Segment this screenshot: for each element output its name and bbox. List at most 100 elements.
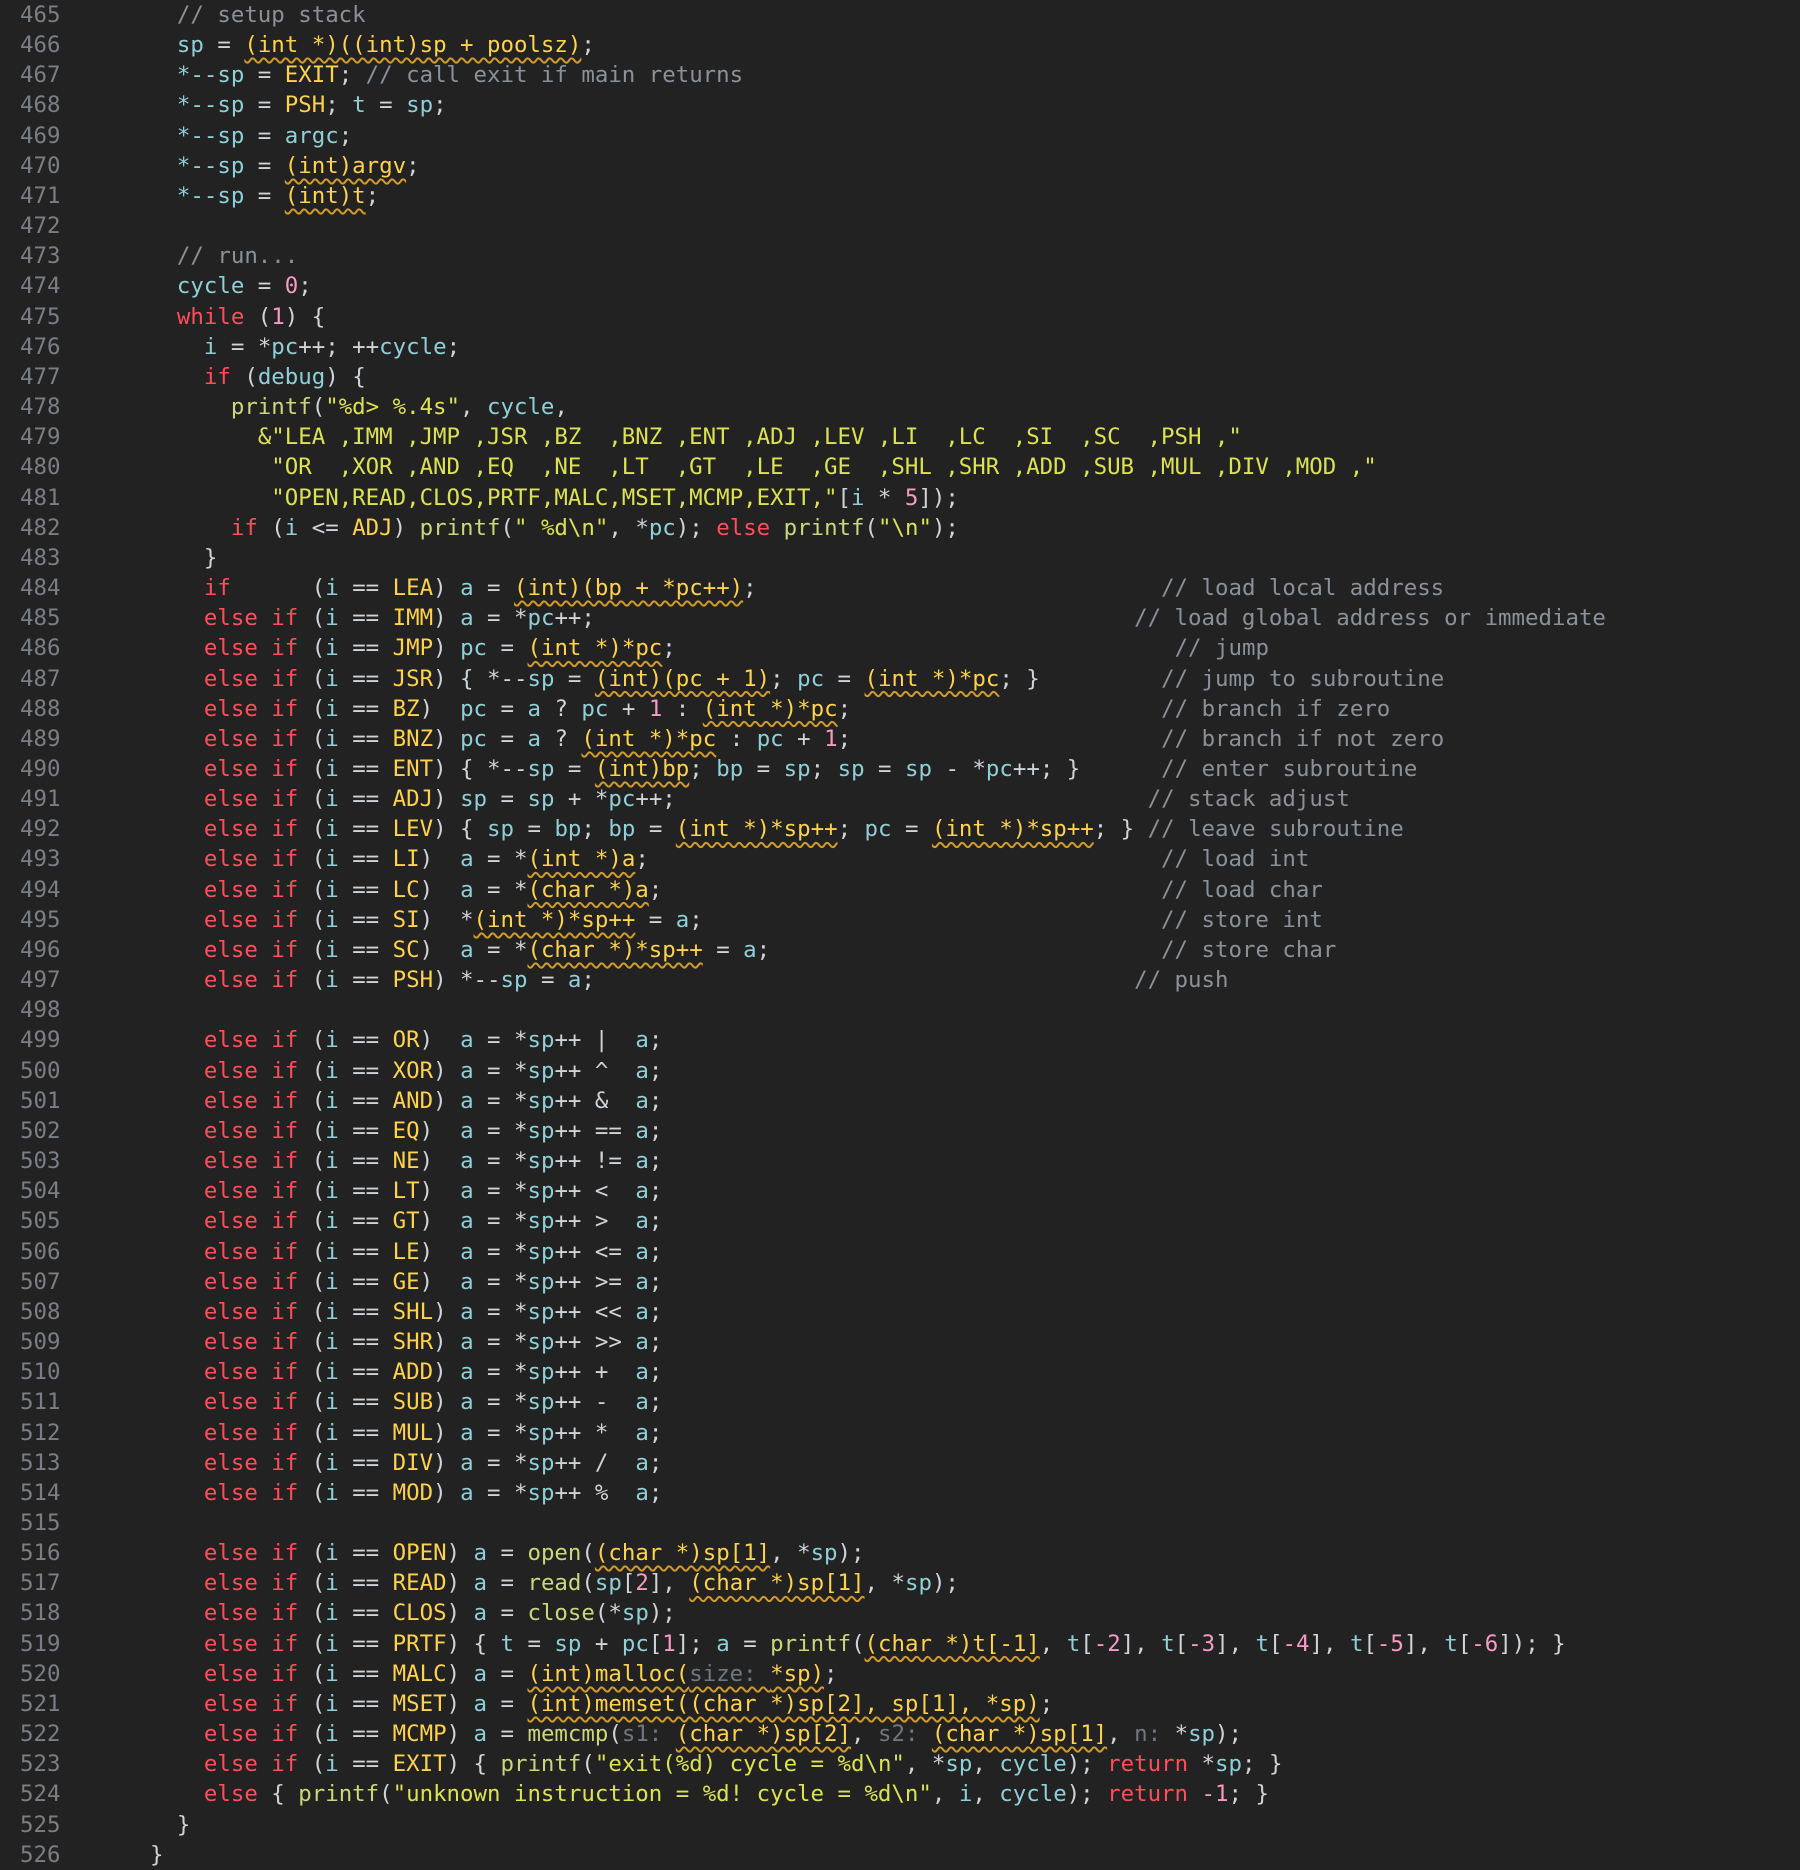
code-line[interactable]: 525 } xyxy=(0,1810,1800,1840)
code-line[interactable]: 465 // setup stack xyxy=(0,0,1800,30)
code-line[interactable]: 508 else if (i == SHL) a = *sp++ << a; xyxy=(0,1297,1800,1327)
code-token: else if xyxy=(203,816,299,843)
code-line[interactable]: 526 } xyxy=(0,1840,1800,1870)
code-token: 1 xyxy=(648,695,663,722)
code-token: ( xyxy=(230,575,326,602)
code-line[interactable]: 472 xyxy=(0,211,1800,241)
code-token: ++; ++ xyxy=(298,333,380,360)
code-line[interactable]: 507 else if (i == GE) a = *sp++ >= a; xyxy=(0,1267,1800,1297)
code-line[interactable]: 522 else if (i == MCMP) a = memcmp(s1: (… xyxy=(0,1719,1800,1749)
code-line[interactable]: 483 } xyxy=(0,543,1800,573)
code-token: = xyxy=(487,635,528,662)
code-token: == xyxy=(338,1148,393,1175)
code-line[interactable]: 502 else if (i == EQ) a = *sp++ == a; xyxy=(0,1116,1800,1146)
code-line[interactable]: 503 else if (i == NE) a = *sp++ != a; xyxy=(0,1146,1800,1176)
code-line[interactable]: 515 xyxy=(0,1508,1800,1538)
code-line[interactable]: 489 else if (i == BNZ) pc = a ? (int *)*… xyxy=(0,724,1800,754)
code-line[interactable]: 504 else if (i == LT) a = *sp++ < a; xyxy=(0,1176,1800,1206)
code-token: , xyxy=(460,394,487,421)
code-line[interactable]: 478 printf("%d> %.4s", cycle, xyxy=(0,392,1800,422)
code-line[interactable]: 512 else if (i == MUL) a = *sp++ * a; xyxy=(0,1418,1800,1448)
code-line[interactable]: 469 *--sp = argc; xyxy=(0,121,1800,151)
code-line[interactable]: 466 sp = (int *)((int)sp + poolsz); xyxy=(0,30,1800,60)
code-token: = * xyxy=(473,1389,528,1416)
code-token: ( xyxy=(500,514,514,541)
code-line[interactable]: 490 else if (i == ENT) { *--sp = (int)bp… xyxy=(0,754,1800,784)
code-text: else if (i == BZ) pc = a ? pc + 1 : (int… xyxy=(123,694,1390,724)
line-number: 468 xyxy=(20,92,61,119)
code-line[interactable]: 475 while (1) { xyxy=(0,302,1800,332)
code-line[interactable]: 519 else if (i == PRTF) { t = sp + pc[1]… xyxy=(0,1629,1800,1659)
code-line[interactable]: 499 else if (i == OR) a = *sp++ | a; xyxy=(0,1025,1800,1055)
code-line[interactable]: 510 else if (i == ADD) a = *sp++ + a; xyxy=(0,1357,1800,1387)
code-token: i xyxy=(325,1057,339,1084)
code-token: close xyxy=(527,1600,595,1627)
code-token: ++ % xyxy=(554,1479,636,1506)
code-line[interactable]: 482 if (i <= ADJ) printf(" %d\n", *pc); … xyxy=(0,513,1800,543)
code-token: ], xyxy=(1215,1630,1256,1657)
code-token: else if xyxy=(203,1690,299,1717)
code-line[interactable]: 497 else if (i == PSH) *--sp = a; // pus… xyxy=(0,965,1800,995)
code-line[interactable]: 511 else if (i == SUB) a = *sp++ - a; xyxy=(0,1387,1800,1417)
code-line[interactable]: 470 *--sp = (int)argv; xyxy=(0,151,1800,181)
code-line[interactable]: 491 else if (i == ADJ) sp = sp + *pc++; … xyxy=(0,784,1800,814)
code-line[interactable]: 493 else if (i == LI) a = *(int *)a; // … xyxy=(0,844,1800,874)
code-line[interactable]: 520 else if (i == MALC) a = (int)malloc(… xyxy=(0,1659,1800,1689)
code-token: LEA xyxy=(392,575,434,602)
code-line[interactable]: 513 else if (i == DIV) a = *sp++ / a; xyxy=(0,1448,1800,1478)
code-token: = * xyxy=(473,1027,528,1054)
code-token: pc xyxy=(621,1630,649,1657)
code-line[interactable]: 521 else if (i == MSET) a = (int)memset(… xyxy=(0,1689,1800,1719)
code-line[interactable]: 477 if (debug) { xyxy=(0,362,1800,392)
code-line[interactable]: 506 else if (i == LE) a = *sp++ <= a; xyxy=(0,1237,1800,1267)
code-line[interactable]: 518 else if (i == CLOS) a = close(*sp); xyxy=(0,1598,1800,1628)
code-token: ; xyxy=(298,273,312,300)
code-token: ( xyxy=(298,1690,326,1717)
code-token: == xyxy=(338,846,393,873)
code-line[interactable]: 488 else if (i == BZ) pc = a ? pc + 1 : … xyxy=(0,694,1800,724)
code-line[interactable]: 479 &"LEA ,IMM ,JMP ,JSR ,BZ ,BNZ ,ENT ,… xyxy=(0,422,1800,452)
code-line[interactable]: 505 else if (i == GT) a = *sp++ > a; xyxy=(0,1206,1800,1236)
code-token: memcmp xyxy=(527,1721,609,1748)
code-line[interactable]: 523 else if (i == EXIT) { printf("exit(%… xyxy=(0,1749,1800,1779)
code-line[interactable]: 468 *--sp = PSH; t = sp; xyxy=(0,90,1800,120)
code-token: a xyxy=(743,936,757,963)
code-line[interactable]: 485 else if (i == IMM) a = *pc++; // loa… xyxy=(0,603,1800,633)
code-line[interactable]: 495 else if (i == SI) *(int *)*sp++ = a;… xyxy=(0,905,1800,935)
code-line[interactable]: 481 "OPEN,READ,CLOS,PRTF,MALC,MSET,MCMP,… xyxy=(0,483,1800,513)
code-comment: // stack adjust xyxy=(1147,786,1350,813)
code-line[interactable]: 496 else if (i == SC) a = *(char *)*sp++… xyxy=(0,935,1800,965)
code-token: (int)t xyxy=(284,182,366,209)
code-token: printf xyxy=(783,514,865,541)
code-line[interactable]: 473 // run... xyxy=(0,241,1800,271)
code-line[interactable]: 484 if (i == LEA) a = (int)(bp + *pc++);… xyxy=(0,573,1800,603)
code-token: return xyxy=(1107,1781,1189,1808)
code-line[interactable]: 500 else if (i == XOR) a = *sp++ ^ a; xyxy=(0,1056,1800,1086)
code-token: ; } xyxy=(1228,1781,1269,1808)
code-text: else if (i == SHL) a = *sp++ << a; xyxy=(123,1297,662,1327)
code-token: i xyxy=(325,1600,339,1627)
code-line[interactable]: 492 else if (i == LEV) { sp = bp; bp = (… xyxy=(0,814,1800,844)
code-line[interactable]: 487 else if (i == JSR) { *--sp = (int)(p… xyxy=(0,664,1800,694)
code-line[interactable]: 467 *--sp = EXIT; // call exit if main r… xyxy=(0,60,1800,90)
code-line[interactable]: 474 cycle = 0; xyxy=(0,271,1800,301)
code-line[interactable]: 517 else if (i == READ) a = read(sp[2], … xyxy=(0,1568,1800,1598)
code-token: [ xyxy=(837,484,851,511)
code-line[interactable]: 524 else { printf("unknown instruction =… xyxy=(0,1779,1800,1809)
code-line[interactable]: 494 else if (i == LC) a = *(char *)a; //… xyxy=(0,875,1800,905)
code-line[interactable]: 514 else if (i == MOD) a = *sp++ % a; xyxy=(0,1478,1800,1508)
code-line[interactable]: 476 i = *pc++; ++cycle; xyxy=(0,332,1800,362)
code-line[interactable]: 498 xyxy=(0,995,1800,1025)
code-editor[interactable]: 465 // setup stack 466 sp = (int *)((int)… xyxy=(0,0,1800,1868)
code-line[interactable]: 486 else if (i == JMP) pc = (int *)*pc; … xyxy=(0,633,1800,663)
code-token: ) xyxy=(433,1359,461,1386)
code-line[interactable]: 480 "OR ,XOR ,AND ,EQ ,NE ,LT ,GT ,LE ,G… xyxy=(0,452,1800,482)
code-line[interactable]: 501 else if (i == AND) a = *sp++ & a; xyxy=(0,1086,1800,1116)
code-line[interactable]: 509 else if (i == SHR) a = *sp++ >> a; xyxy=(0,1327,1800,1357)
code-line[interactable]: 471 *--sp = (int)t; xyxy=(0,181,1800,211)
code-line[interactable]: 516 else if (i == OPEN) a = open((char *… xyxy=(0,1538,1800,1568)
